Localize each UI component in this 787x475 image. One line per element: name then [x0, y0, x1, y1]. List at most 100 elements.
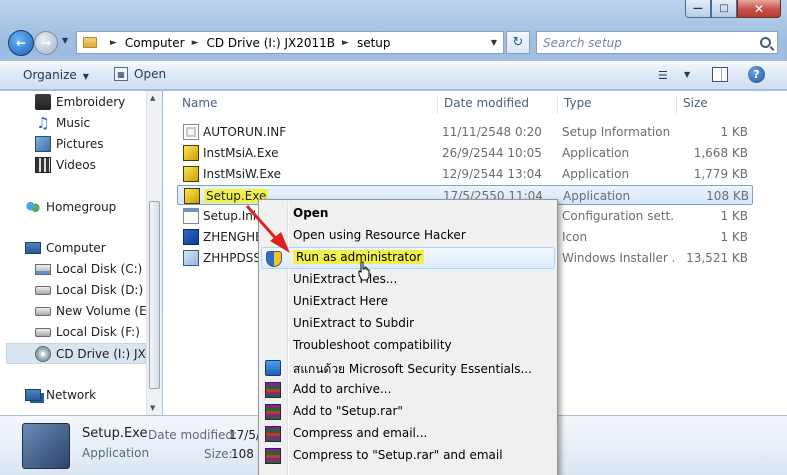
- menu-item-run-as-administrator[interactable]: Run as administrator: [261, 247, 555, 269]
- window-caption-buttons: — □ ✕: [685, 0, 781, 18]
- open-button[interactable]: ▦ Open: [114, 67, 166, 81]
- menu-item-troubleshoot-compatibility[interactable]: Troubleshoot compatibility: [261, 335, 555, 357]
- uac-shield-icon: [266, 251, 282, 267]
- column-header-type[interactable]: Type: [557, 96, 592, 114]
- menu-item-scan-security-essentials[interactable]: สแกนด้วย Microsoft Security Essentials..…: [261, 357, 555, 379]
- chevron-right-icon[interactable]: ►: [342, 38, 349, 48]
- column-header-date[interactable]: Date modified: [437, 96, 529, 114]
- nav-item-label: Local Disk (D:): [56, 283, 144, 297]
- file-row[interactable]: InstMsiW.Exe 12/9/2544 13:04 Application…: [177, 164, 753, 184]
- file-type: Icon: [562, 230, 588, 244]
- winrar-icon: [265, 382, 281, 398]
- open-label: Open: [134, 67, 167, 81]
- nav-item-embroidery[interactable]: Embroidery: [35, 94, 125, 110]
- setup-information-icon: [183, 124, 199, 140]
- menu-item-open[interactable]: Open: [261, 203, 555, 225]
- recent-pages-dropdown[interactable]: ▼: [62, 36, 68, 45]
- address-bar[interactable]: ► Computer ► CD Drive (I:) JX2011B ► set…: [76, 31, 504, 54]
- nav-item-cd-drive[interactable]: CD Drive (I:) JX20: [35, 346, 161, 362]
- breadcrumb-computer[interactable]: Computer: [125, 36, 185, 50]
- nav-item-homegroup[interactable]: Homegroup: [25, 199, 116, 215]
- menu-item-uniextract-files[interactable]: UniExtract Files...: [261, 269, 555, 291]
- file-name: InstMsiW.Exe: [203, 167, 282, 181]
- nav-item-new-volume-e[interactable]: New Volume (E:): [35, 304, 155, 318]
- menu-item-add-to-setup-rar[interactable]: Add to "Setup.rar": [261, 401, 555, 423]
- cd-drive-icon: [35, 346, 51, 362]
- setup-application-icon: [22, 423, 70, 469]
- nav-item-videos[interactable]: Videos: [35, 157, 96, 173]
- nav-item-label: Videos: [56, 158, 96, 172]
- nav-item-label: New Volume (E:): [56, 304, 156, 318]
- scroll-up-icon[interactable]: ▲: [150, 94, 155, 102]
- chevron-right-icon[interactable]: ►: [110, 38, 117, 48]
- application-icon: [184, 188, 200, 204]
- maximize-button[interactable]: □: [711, 0, 737, 18]
- hand-cursor-icon: [358, 261, 370, 281]
- menu-item-label: Troubleshoot compatibility: [293, 338, 452, 352]
- explorer-window: — □ ✕ ← → ▼ ► Computer ► CD Drive (I:) J…: [0, 0, 787, 475]
- menu-item-open-resource-hacker[interactable]: Open using Resource Hacker: [261, 225, 555, 247]
- search-placeholder: Search setup: [543, 35, 622, 50]
- menu-item-uniextract-here[interactable]: UniExtract Here: [261, 291, 555, 313]
- menu-item-label: Add to "Setup.rar": [293, 404, 403, 418]
- nav-item-local-disk-f[interactable]: Local Disk (F:): [35, 325, 140, 339]
- file-row[interactable]: AUTORUN.INF 11/11/2548 0:20 Setup Inform…: [177, 122, 753, 142]
- menu-item-label: Add to archive...: [293, 382, 392, 396]
- application-icon: [183, 145, 199, 161]
- nav-item-computer[interactable]: Computer: [25, 241, 106, 255]
- scroll-thumb[interactable]: [149, 201, 160, 389]
- file-type: Windows Installer ...: [562, 251, 674, 265]
- forward-button[interactable]: →: [34, 31, 58, 55]
- nav-scrollbar[interactable]: ▲ ▼: [146, 91, 162, 415]
- change-view-icon[interactable]: ☰: [658, 69, 668, 82]
- organize-button[interactable]: Organize ▼: [23, 68, 89, 82]
- drive-icon: [35, 285, 51, 295]
- file-size: 1,668 KB: [693, 146, 748, 160]
- file-size: 1 KB: [720, 230, 748, 244]
- column-header-name[interactable]: Name: [176, 96, 217, 114]
- file-row[interactable]: InstMsiA.Exe 26/9/2544 10:05 Application…: [177, 143, 753, 163]
- chevron-right-icon[interactable]: ►: [192, 38, 199, 48]
- refresh-button[interactable]: ↻: [506, 31, 530, 54]
- nav-item-local-disk-d[interactable]: Local Disk (D:): [35, 283, 143, 297]
- winrar-icon: [265, 448, 281, 464]
- scroll-down-icon[interactable]: ▼: [150, 404, 155, 412]
- videos-icon: [35, 157, 51, 173]
- command-bar: Organize ▼ ▦ Open ☰ ▼ ?: [0, 60, 787, 90]
- menu-item-add-to-archive[interactable]: Add to archive...: [261, 379, 555, 401]
- winrar-icon: [265, 426, 281, 442]
- windows-installer-icon: [183, 250, 199, 266]
- menu-item-compress-to-setup-rar-email[interactable]: Compress to "Setup.rar" and email: [261, 445, 555, 467]
- network-icon: [25, 389, 41, 401]
- back-button[interactable]: ←: [8, 30, 34, 56]
- breadcrumb-cd-drive[interactable]: CD Drive (I:) JX2011B: [207, 36, 336, 50]
- file-size: 1 KB: [720, 125, 748, 139]
- file-type: Setup Information: [562, 125, 671, 139]
- application-icon: [183, 166, 199, 182]
- column-header-size[interactable]: Size: [676, 96, 708, 114]
- view-dropdown-icon[interactable]: ▼: [684, 70, 690, 79]
- nav-item-pictures[interactable]: Pictures: [35, 136, 104, 152]
- close-button[interactable]: ✕: [737, 0, 781, 18]
- search-input[interactable]: Search setup: [536, 31, 778, 54]
- file-type: Configuration sett...: [562, 209, 674, 223]
- menu-item-uniextract-subdir[interactable]: UniExtract to Subdir: [261, 313, 555, 335]
- menu-item-compress-and-email[interactable]: Compress and email...: [261, 423, 555, 445]
- help-icon[interactable]: ?: [748, 66, 765, 83]
- details-file-type: Application: [82, 446, 150, 460]
- arrow-left-icon: ←: [15, 36, 27, 50]
- folder-icon: [83, 37, 97, 48]
- nav-item-label: Local Disk (F:): [56, 325, 140, 339]
- context-menu: Open Open using Resource Hacker Run as a…: [258, 199, 558, 475]
- details-size-label: Size:: [204, 447, 233, 461]
- file-size: 1,779 KB: [693, 167, 748, 181]
- minimize-button[interactable]: —: [685, 0, 711, 18]
- details-date-label: Date modified:: [148, 428, 238, 442]
- nav-item-network[interactable]: Network: [25, 388, 96, 402]
- icon-file-icon: [183, 229, 199, 245]
- nav-item-local-disk-c[interactable]: Local Disk (C:): [35, 262, 142, 276]
- preview-pane-icon[interactable]: [712, 67, 728, 82]
- breadcrumb-setup[interactable]: setup: [357, 36, 391, 50]
- address-dropdown-icon[interactable]: ▼: [491, 38, 497, 47]
- nav-item-music[interactable]: ♫ Music: [35, 114, 90, 132]
